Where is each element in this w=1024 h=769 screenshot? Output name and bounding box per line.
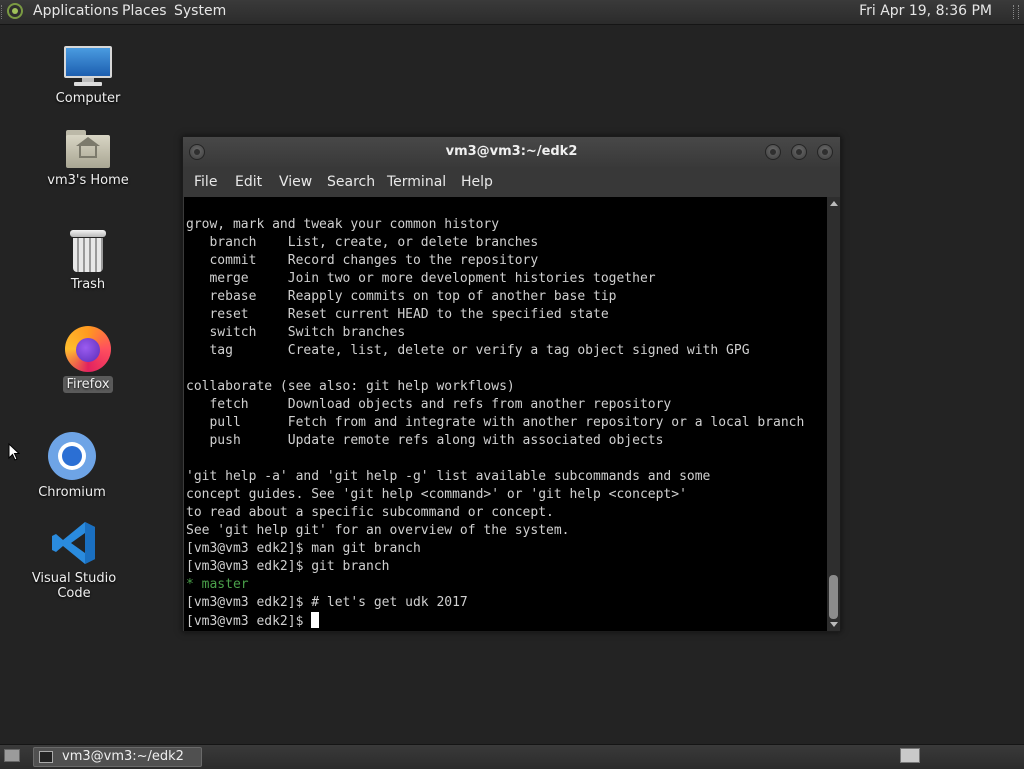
terminal-line: pull Fetch from and integrate with anoth… bbox=[186, 415, 805, 430]
terminal-line: tag Create, list, delete or verify a tag… bbox=[186, 343, 750, 358]
applications-logo-icon[interactable] bbox=[7, 3, 23, 19]
terminal-scrollbar[interactable] bbox=[827, 197, 840, 631]
menu-places[interactable]: Places bbox=[122, 3, 167, 19]
firefox-icon bbox=[65, 326, 111, 372]
window-titlebar[interactable]: vm3@vm3:~/edk2 bbox=[183, 137, 840, 167]
menu-edit[interactable]: Edit bbox=[235, 174, 262, 190]
terminal-cursor bbox=[311, 612, 320, 628]
menu-applications[interactable]: Applications bbox=[33, 3, 119, 19]
terminal-line: [vm3@vm3 edk2]$ man git branch bbox=[186, 541, 421, 556]
home-folder-icon bbox=[66, 130, 110, 168]
minimize-button[interactable] bbox=[765, 144, 781, 160]
terminal-line: commit Record changes to the repository bbox=[186, 253, 539, 268]
chromium-icon bbox=[48, 432, 96, 480]
close-button[interactable] bbox=[817, 144, 833, 160]
terminal-line: rebase Reapply commits on top of another… bbox=[186, 289, 617, 304]
terminal-line: * master bbox=[186, 577, 249, 592]
terminal-window[interactable]: vm3@vm3:~/edk2 File Edit View Search Ter… bbox=[182, 136, 841, 632]
desktop-icon-home[interactable]: vm3's Home bbox=[28, 130, 148, 189]
terminal-output[interactable]: grow, mark and tweak your common history… bbox=[184, 197, 827, 631]
scrollbar-thumb[interactable] bbox=[829, 575, 838, 619]
terminal-line: collaborate (see also: git help workflow… bbox=[186, 379, 515, 394]
computer-icon bbox=[64, 46, 112, 86]
menu-system[interactable]: System bbox=[174, 3, 226, 19]
panel-handle bbox=[1, 5, 4, 19]
terminal-line: grow, mark and tweak your common history bbox=[186, 217, 500, 232]
trash-icon bbox=[70, 230, 106, 272]
top-panel: Applications Places System Fri Apr 19, 8… bbox=[0, 0, 1024, 25]
terminal-line: [vm3@vm3 edk2]$ bbox=[186, 612, 320, 631]
scroll-up-arrow-icon[interactable] bbox=[830, 201, 838, 206]
terminal-icon bbox=[39, 751, 53, 763]
mouse-pointer-icon bbox=[8, 443, 20, 461]
bottom-panel: vm3@vm3:~/edk2 bbox=[0, 744, 1024, 769]
menu-search[interactable]: Search bbox=[327, 174, 375, 190]
desktop-icon-vscode[interactable]: Visual Studio Code bbox=[14, 520, 134, 602]
menu-help[interactable]: Help bbox=[461, 174, 493, 190]
terminal-line: [vm3@vm3 edk2]$ git branch bbox=[186, 559, 390, 574]
menu-file[interactable]: File bbox=[194, 174, 217, 190]
maximize-button[interactable] bbox=[791, 144, 807, 160]
desktop-icon-label: Chromium bbox=[38, 485, 106, 500]
window-menubar: File Edit View Search Terminal Help bbox=[183, 167, 840, 197]
desktop-icon-label: vm3's Home bbox=[47, 173, 129, 188]
desktop-icon-label: Firefox bbox=[63, 376, 113, 393]
terminal-line: switch Switch branches bbox=[186, 325, 406, 340]
menu-terminal[interactable]: Terminal bbox=[387, 174, 446, 190]
scroll-down-arrow-icon[interactable] bbox=[830, 622, 838, 627]
vscode-icon bbox=[51, 520, 97, 566]
terminal-line: merge Join two or more development histo… bbox=[186, 271, 656, 286]
terminal-line: fetch Download objects and refs from ano… bbox=[186, 397, 672, 412]
terminal-line: to read about a specific subcommand or c… bbox=[186, 505, 554, 520]
desktop-icon-label: Trash bbox=[70, 277, 106, 292]
window-title: vm3@vm3:~/edk2 bbox=[445, 144, 578, 159]
menu-view[interactable]: View bbox=[279, 174, 312, 190]
desktop-icon-label: Computer bbox=[55, 91, 121, 106]
terminal-line: See 'git help git' for an overview of th… bbox=[186, 523, 570, 538]
terminal-line: concept guides. See 'git help <command>'… bbox=[186, 487, 687, 502]
panel-handle-right bbox=[1013, 5, 1019, 19]
terminal-line: [vm3@vm3 edk2]$ # let's get udk 2017 bbox=[186, 595, 468, 610]
desktop-icon-label: Visual Studio Code bbox=[31, 571, 117, 601]
desktop-icon-firefox[interactable]: Firefox bbox=[28, 326, 148, 393]
desktop-icon-computer[interactable]: Computer bbox=[28, 46, 148, 107]
terminal-line: 'git help -a' and 'git help -g' list ava… bbox=[186, 469, 711, 484]
desktop-icon-trash[interactable]: Trash bbox=[28, 230, 148, 293]
terminal-line: reset Reset current HEAD to the specifie… bbox=[186, 307, 609, 322]
taskbar-item-label: vm3@vm3:~/edk2 bbox=[62, 749, 184, 764]
terminal-line: push Update remote refs along with assoc… bbox=[186, 433, 664, 448]
terminal-line: branch List, create, or delete branches bbox=[186, 235, 539, 250]
clock[interactable]: Fri Apr 19, 8:36 PM bbox=[859, 3, 992, 19]
taskbar-item-terminal[interactable]: vm3@vm3:~/edk2 bbox=[33, 747, 202, 767]
workspace-switcher[interactable] bbox=[900, 748, 920, 763]
desktop-icon-chromium[interactable]: Chromium bbox=[12, 432, 132, 501]
show-desktop-icon[interactable] bbox=[4, 749, 20, 762]
